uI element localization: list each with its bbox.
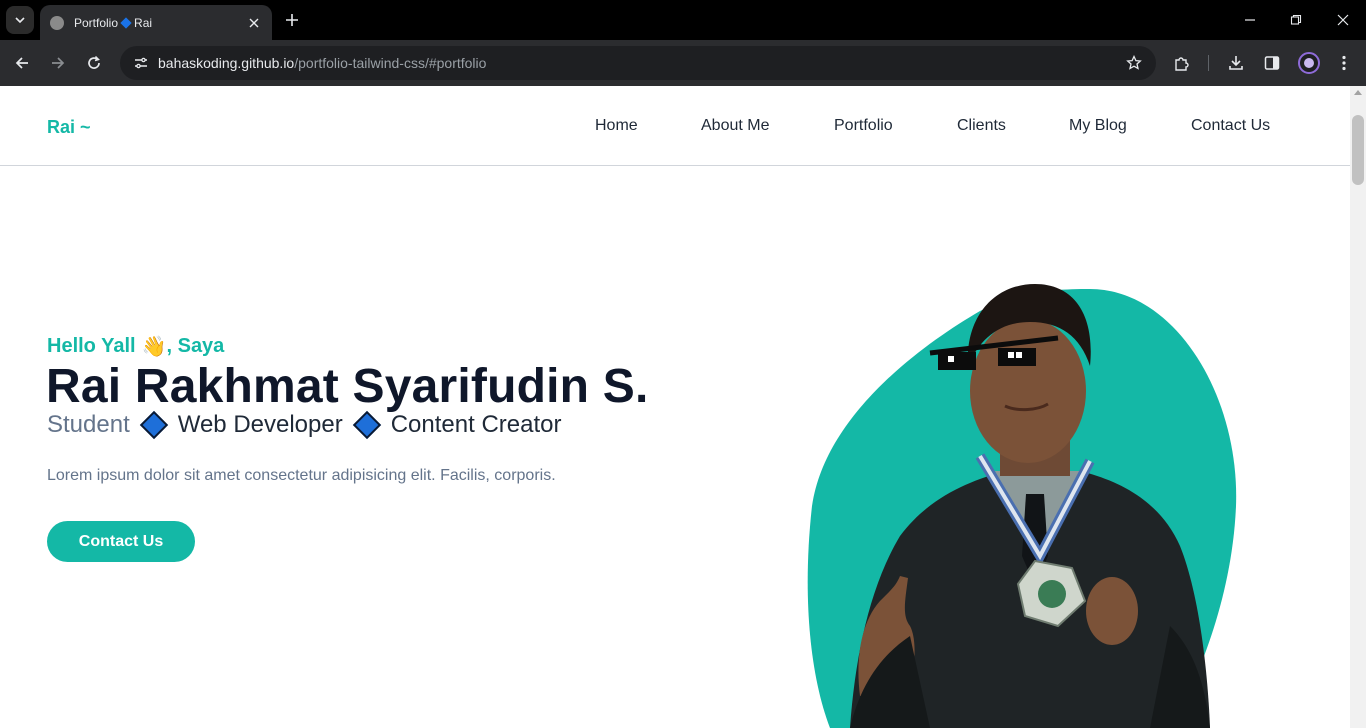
- diamond-icon: [139, 410, 168, 440]
- scrollbar-thumb[interactable]: [1352, 115, 1364, 185]
- minimize-button[interactable]: [1240, 10, 1260, 30]
- hero-portrait-image: [807, 284, 1237, 728]
- diamond-icon: [352, 410, 381, 440]
- puzzle-icon: [1175, 57, 1189, 71]
- site-header: Rai ~ Home About Me Portfolio Clients My…: [0, 86, 1350, 166]
- forward-button[interactable]: [45, 50, 71, 76]
- hero-name: Rai Rakhmat Syarifudin S.: [46, 360, 649, 413]
- role-web-developer: Web Developer: [177, 411, 343, 438]
- extensions-button[interactable]: [1171, 52, 1193, 74]
- nav-clients[interactable]: Clients: [957, 117, 1006, 135]
- new-tab-button[interactable]: [282, 10, 302, 30]
- arrow-right-icon: [52, 57, 65, 69]
- browser-tab[interactable]: Portfolio Rai: [40, 5, 272, 40]
- site-info-icon[interactable]: [130, 52, 152, 74]
- back-button[interactable]: [9, 50, 35, 76]
- page-viewport: Rai ~ Home About Me Portfolio Clients My…: [0, 86, 1350, 728]
- nav-portfolio[interactable]: Portfolio: [834, 117, 893, 135]
- arrow-left-icon: [15, 57, 28, 69]
- hero-roles: Student Web Developer Content Creator: [47, 410, 562, 440]
- avatar-icon: [1304, 58, 1314, 68]
- bookmark-star-icon[interactable]: [1124, 53, 1144, 73]
- tab-search-button[interactable]: [6, 6, 34, 34]
- reload-button[interactable]: [81, 50, 107, 76]
- plus-icon: [286, 14, 298, 26]
- nav-about-me[interactable]: About Me: [701, 117, 769, 135]
- nav-home[interactable]: Home: [595, 117, 638, 135]
- downloads-button[interactable]: [1225, 52, 1247, 74]
- profile-avatar[interactable]: [1298, 52, 1320, 74]
- role-content-creator: Content Creator: [390, 411, 562, 438]
- scroll-up-arrow-icon[interactable]: [1354, 90, 1362, 95]
- globe-icon: [50, 15, 64, 30]
- contact-us-button[interactable]: Contact Us: [47, 521, 195, 562]
- side-panel-button[interactable]: [1261, 52, 1283, 74]
- nav-contact-us[interactable]: Contact Us: [1191, 117, 1270, 135]
- close-icon[interactable]: [246, 15, 262, 31]
- download-icon: [1229, 56, 1243, 70]
- reload-icon: [88, 55, 100, 69]
- url-text: bahaskoding.github.io/portfolio-tailwind…: [158, 55, 487, 71]
- close-icon: [1337, 14, 1349, 26]
- waving-hand-icon: 👋: [141, 336, 167, 358]
- toolbar-divider: [1208, 55, 1209, 71]
- tab-strip: Portfolio Rai: [0, 0, 1366, 40]
- chevron-down-icon: [15, 17, 25, 24]
- restore-icon: [1290, 14, 1302, 25]
- side-panel-icon: [1264, 56, 1280, 70]
- browser-menu-button[interactable]: [1333, 52, 1355, 74]
- restore-button[interactable]: [1286, 10, 1306, 30]
- brand-logo[interactable]: Rai ~: [47, 117, 91, 138]
- hero-greeting: Hello Yall 👋, Saya: [47, 335, 225, 358]
- page-scrollbar[interactable]: [1350, 86, 1366, 728]
- browser-toolbar: bahaskoding.github.io/portfolio-tailwind…: [0, 40, 1366, 86]
- address-bar[interactable]: bahaskoding.github.io/portfolio-tailwind…: [120, 46, 1156, 80]
- tab-title: Portfolio Rai: [74, 15, 153, 30]
- close-window-button[interactable]: [1333, 10, 1353, 30]
- minimize-icon: [1245, 19, 1255, 21]
- nav-my-blog[interactable]: My Blog: [1069, 117, 1127, 135]
- more-vertical-icon: [1342, 55, 1346, 71]
- role-student: Student: [47, 411, 130, 438]
- diamond-icon: [120, 16, 132, 29]
- hero-description: Lorem ipsum dolor sit amet consectetur a…: [47, 467, 556, 484]
